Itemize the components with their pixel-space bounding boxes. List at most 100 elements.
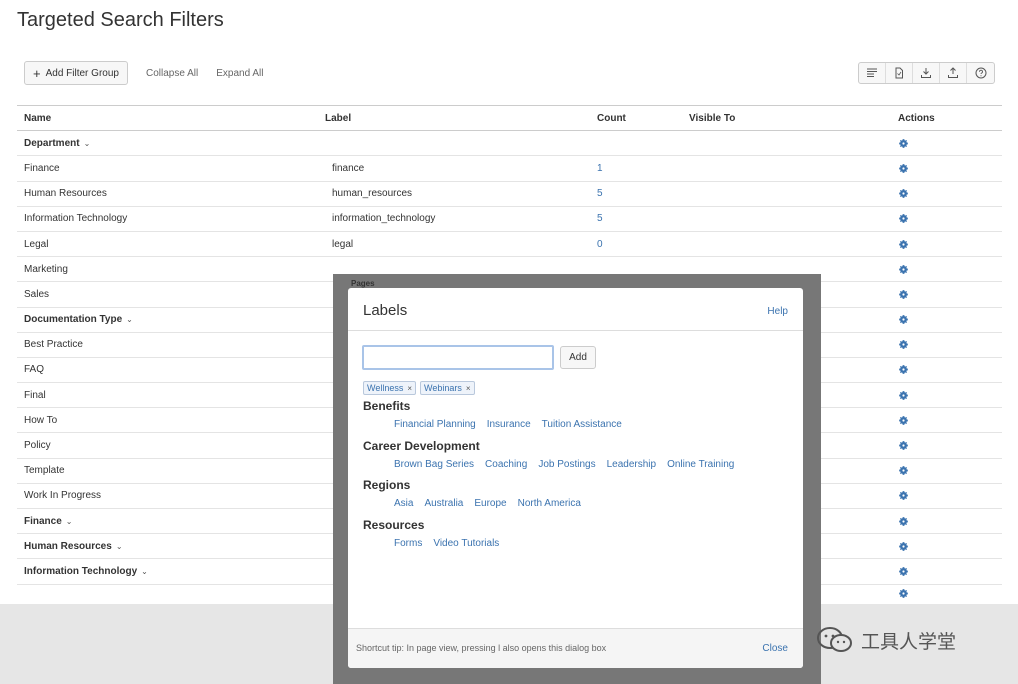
behind-dialog-text: Pages — [351, 279, 375, 288]
row-name-text: Sales — [24, 288, 50, 300]
add-label-button[interactable]: Add — [560, 346, 596, 369]
row-name[interactable]: Documentation Type ⌄ — [24, 308, 133, 332]
label-link[interactable]: Tuition Assistance — [542, 419, 622, 430]
gear-icon[interactable] — [898, 559, 909, 583]
row-name-text: How To — [24, 414, 58, 426]
gear-icon[interactable] — [898, 182, 909, 206]
row-name-text: Human Resources — [24, 188, 107, 200]
label-link[interactable]: Europe — [474, 498, 506, 509]
label-link[interactable]: Brown Bag Series — [394, 459, 474, 470]
label-link[interactable]: Online Training — [667, 459, 734, 470]
column-header-name[interactable]: Name — [24, 106, 51, 130]
gear-icon[interactable] — [898, 433, 909, 457]
chevron-down-icon[interactable]: ⌄ — [84, 139, 91, 148]
gear-icon[interactable] — [898, 408, 909, 432]
dialog-help-link[interactable]: Help — [767, 306, 788, 317]
row-name-text: Department — [24, 137, 80, 149]
chevron-down-icon[interactable]: ⌄ — [126, 315, 133, 324]
gear-icon[interactable] — [898, 484, 909, 508]
category-title: Resources — [363, 518, 425, 532]
label-link[interactable]: Coaching — [485, 459, 527, 470]
label-link[interactable]: Video Tutorials — [433, 538, 499, 549]
category-title: Regions — [363, 478, 411, 492]
gear-icon[interactable] — [898, 232, 909, 256]
label-link[interactable]: Forms — [394, 538, 422, 549]
gear-icon[interactable] — [898, 308, 909, 332]
row-name: How To — [24, 408, 57, 432]
column-header-actions: Actions — [898, 112, 935, 124]
row-name[interactable]: Information Technology ⌄ — [24, 559, 148, 583]
download-icon[interactable] — [913, 63, 940, 83]
row-count-link[interactable]: 1 — [597, 156, 603, 180]
row-name: Information Technology — [24, 207, 127, 231]
row-name-text: Work In Progress — [24, 490, 102, 502]
row-name: Policy — [24, 433, 51, 457]
table-row: Finance finance 1 — [17, 156, 1002, 182]
gear-icon[interactable] — [898, 333, 909, 357]
collapse-all-button[interactable]: Collapse All — [146, 68, 198, 79]
label-link[interactable]: North America — [518, 498, 581, 509]
chevron-down-icon[interactable]: ⌄ — [141, 567, 148, 576]
label-link[interactable]: Leadership — [607, 459, 656, 470]
gear-icon[interactable] — [898, 207, 909, 231]
dialog-title: Labels — [363, 302, 408, 319]
remove-tag-icon[interactable]: × — [466, 384, 471, 393]
category-items: Asia Australia Europe North America — [363, 498, 592, 509]
row-name-text: Finance — [24, 515, 62, 527]
gear-icon[interactable] — [898, 282, 909, 306]
table-group-row: Department ⌄ — [17, 131, 1002, 157]
row-name[interactable]: Human Resources ⌄ — [24, 534, 123, 558]
table-row: Human Resources human_resources 5 — [17, 182, 1002, 207]
chevron-down-icon[interactable]: ⌄ — [66, 517, 73, 526]
gear-icon[interactable] — [898, 534, 909, 558]
labels-dialog: Labels Help Add Wellness × Webinars × Benef… — [348, 288, 803, 668]
column-header-visible-to[interactable]: Visible To — [689, 106, 735, 130]
label-link[interactable]: Insurance — [487, 419, 531, 430]
table-row: Legal legal 0 — [17, 232, 1002, 258]
row-name-text: Finance — [24, 162, 60, 174]
gear-icon[interactable] — [898, 459, 909, 483]
expand-all-button[interactable]: Expand All — [216, 68, 263, 79]
help-icon[interactable] — [967, 63, 994, 83]
label-link[interactable]: Financial Planning — [394, 419, 476, 430]
row-name-text: Policy — [24, 440, 51, 452]
row-name-text: Information Technology — [24, 565, 138, 577]
toolbar-icon-group — [858, 62, 995, 84]
row-name[interactable]: Department ⌄ — [24, 131, 90, 155]
row-name-text: Information Technology — [24, 213, 128, 225]
label-link[interactable]: Job Postings — [538, 459, 595, 470]
row-name[interactable]: Finance ⌄ — [24, 509, 73, 533]
selected-tag: Webinars × — [420, 381, 475, 395]
table-header: Name Label Count Visible To Actions — [17, 106, 1002, 132]
add-filter-group-button[interactable]: + Add Filter Group — [24, 61, 128, 85]
chevron-down-icon[interactable]: ⌄ — [116, 542, 123, 551]
label-link[interactable]: Asia — [394, 498, 413, 509]
tag-label: Wellness — [367, 383, 404, 393]
row-name: Legal — [24, 232, 48, 256]
close-button[interactable]: Close — [762, 643, 788, 654]
gear-icon[interactable] — [898, 509, 909, 533]
row-label: human_resources — [332, 188, 413, 200]
row-count-link[interactable]: 0 — [597, 232, 603, 256]
page-title: Targeted Search Filters — [17, 9, 224, 31]
row-name-text: Final — [24, 389, 46, 401]
document-icon[interactable] — [886, 63, 913, 83]
list-view-icon[interactable] — [859, 63, 886, 83]
gear-icon[interactable] — [898, 358, 909, 382]
upload-icon[interactable] — [940, 63, 967, 83]
label-link[interactable]: Australia — [424, 498, 463, 509]
column-header-label[interactable]: Label — [325, 106, 351, 130]
row-name: Best Practice — [24, 333, 83, 357]
column-header-count[interactable]: Count — [597, 106, 626, 130]
row-count-link[interactable]: 5 — [597, 182, 603, 206]
gear-icon[interactable] — [898, 588, 909, 600]
gear-icon[interactable] — [898, 156, 909, 180]
row-name: Sales — [24, 282, 49, 306]
gear-icon[interactable] — [898, 383, 909, 407]
row-name: Work In Progress — [24, 484, 101, 508]
gear-icon[interactable] — [898, 257, 909, 281]
remove-tag-icon[interactable]: × — [407, 384, 412, 393]
label-input[interactable] — [362, 345, 554, 370]
row-count-link[interactable]: 5 — [597, 207, 603, 231]
gear-icon[interactable] — [898, 131, 909, 155]
